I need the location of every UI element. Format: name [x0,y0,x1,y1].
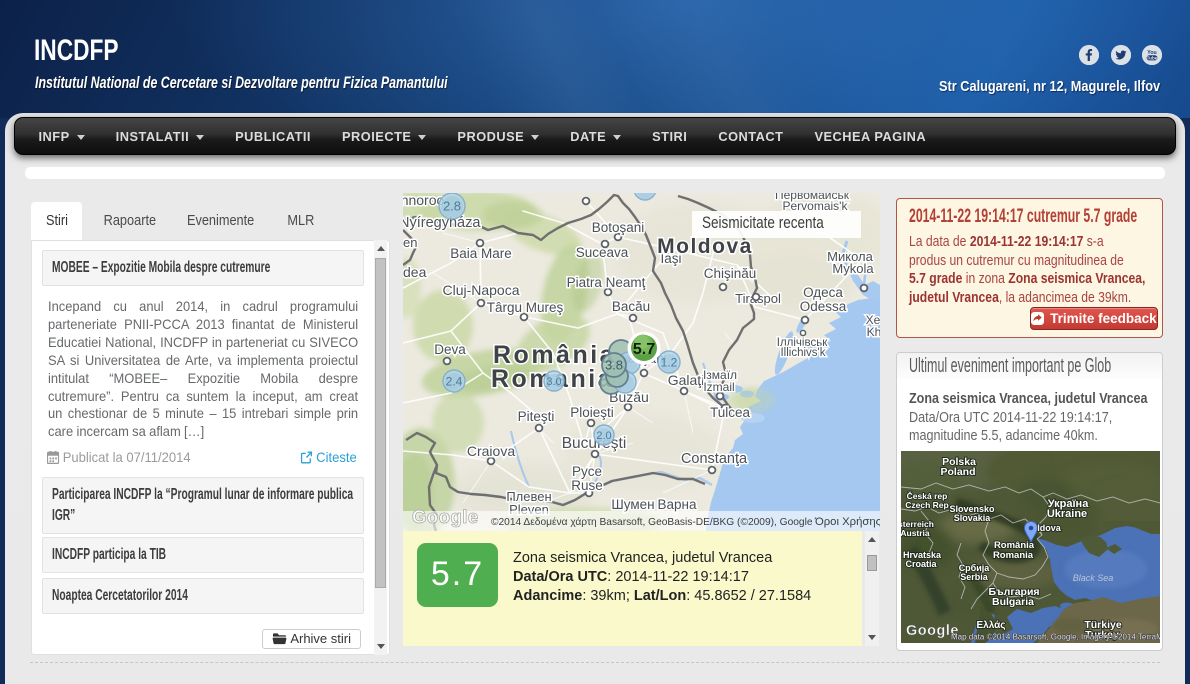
svg-text:5.7: 5.7 [633,341,655,358]
svg-text:Bulgaria: Bulgaria [992,596,1034,608]
svg-text:Poland: Poland [940,466,975,478]
svg-text:3.8: 3.8 [605,358,623,373]
svg-text:1.2: 1.2 [661,355,678,369]
svg-text:Croatia: Croatia [905,559,937,569]
svg-text:Idova: Idova [1037,523,1062,533]
svg-text:2.8: 2.8 [443,199,461,214]
svg-text:Serbia: Serbia [960,572,989,582]
svg-text:Google: Google [412,506,479,527]
svg-text:3.0: 3.0 [546,376,561,388]
svg-text:Slovakia: Slovakia [954,513,992,523]
svg-text:Austria: Austria [901,528,930,538]
svg-text:2.4: 2.4 [446,374,463,388]
svg-text:Tube: Tube [1147,55,1158,60]
svg-text:Όροι Χρήσης: Όροι Χρήσης [814,516,880,528]
svg-text:Ukraine: Ukraine [1047,508,1087,520]
svg-text:©2014 Δεδομένα χάρτη Basarsoft: ©2014 Δεδομένα χάρτη Basarsoft, GeoBasis… [491,516,813,528]
svg-text:Ελλάς: Ελλάς [976,620,1005,631]
svg-text:Czech Rep: Czech Rep [905,500,948,510]
svg-text:2.0: 2.0 [596,430,611,442]
svg-text:Romania: Romania [993,550,1034,561]
svg-text:Black Sea: Black Sea [1073,573,1114,583]
svg-text:Map data ©2014 Basarsoft, Goog: Map data ©2014 Basarsoft, Google, Imager… [951,633,1160,642]
